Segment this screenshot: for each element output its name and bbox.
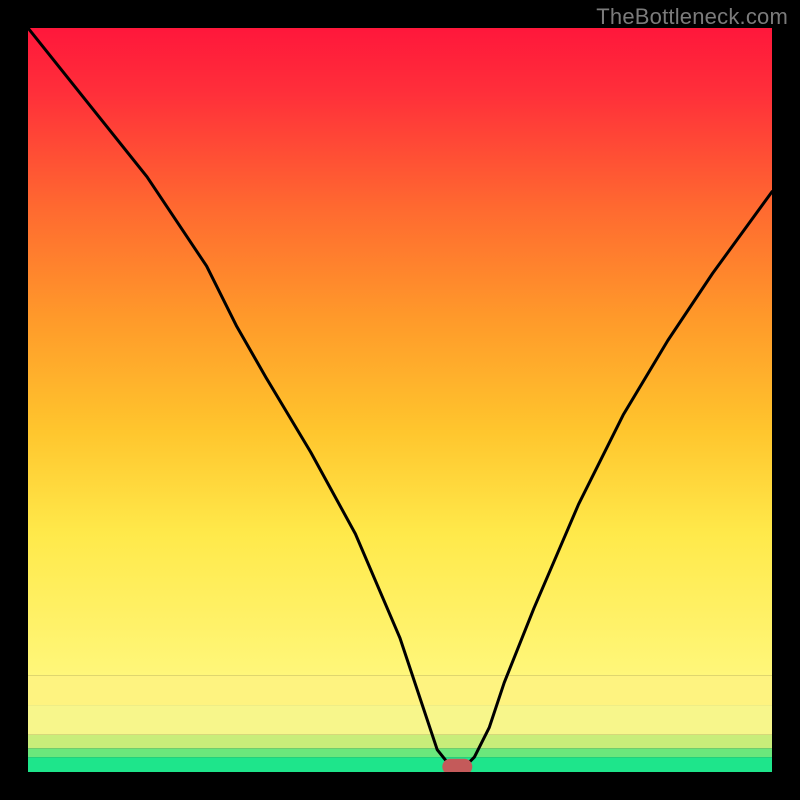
marker-layer xyxy=(442,759,472,772)
bottom-bands xyxy=(28,675,772,772)
bottleneck-chart xyxy=(28,28,772,772)
watermark-text: TheBottleneck.com xyxy=(596,4,788,30)
chart-frame: TheBottleneck.com xyxy=(0,0,800,800)
plot-area xyxy=(28,28,772,772)
